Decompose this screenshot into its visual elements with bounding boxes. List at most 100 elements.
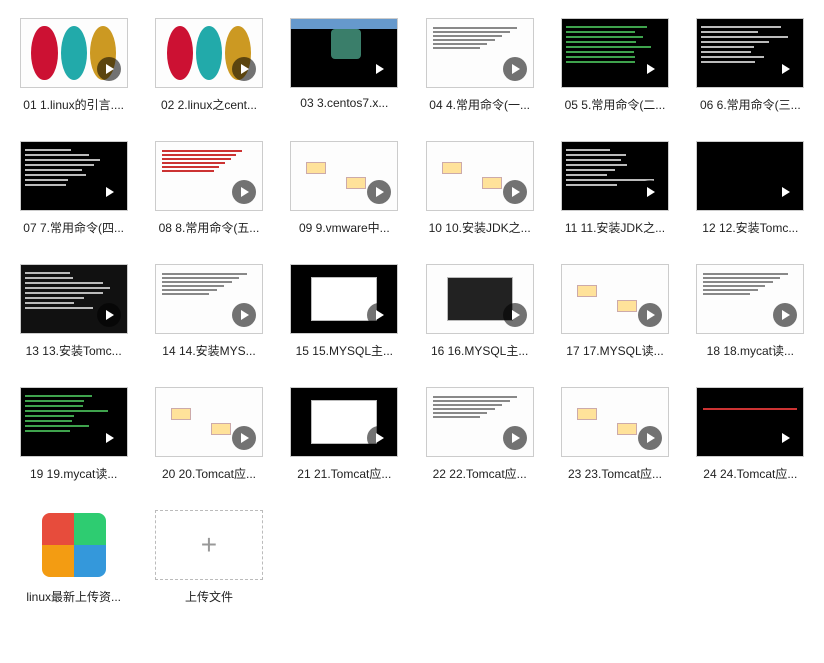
video-label: 21 21.Tomcat应... [290, 465, 398, 482]
video-thumbnail[interactable] [561, 387, 669, 457]
file-icon [42, 513, 106, 577]
play-icon [97, 303, 121, 327]
upload-tile[interactable]: + [155, 510, 263, 580]
video-thumbnail[interactable] [696, 387, 804, 457]
video-label: 24 24.Tomcat应... [696, 465, 804, 482]
video-thumbnail[interactable] [290, 141, 398, 211]
file-thumbnail[interactable] [20, 510, 128, 580]
video-label: 01 1.linux的引言.... [20, 96, 128, 113]
play-icon [773, 426, 797, 450]
video-label: 18 18.mycat读... [696, 342, 804, 359]
play-icon [773, 180, 797, 204]
video-thumbnail[interactable] [426, 264, 534, 334]
video-label: 16 16.MYSQL主... [426, 342, 534, 359]
video-item[interactable]: 21 21.Tomcat应... [289, 387, 400, 482]
video-label: 13 13.安装Tomc... [20, 342, 128, 359]
video-thumbnail[interactable] [290, 387, 398, 457]
video-item[interactable]: 18 18.mycat读... [695, 264, 806, 359]
play-icon [232, 57, 256, 81]
video-item[interactable]: 03 3.centos7.x... [289, 18, 400, 113]
video-item[interactable]: 19 19.mycat读... [18, 387, 129, 482]
video-thumbnail[interactable] [561, 141, 669, 211]
play-icon [503, 180, 527, 204]
video-item[interactable]: 17 17.MYSQL读... [559, 264, 670, 359]
video-label: 05 5.常用命令(二... [561, 96, 669, 113]
video-thumbnail[interactable] [696, 141, 804, 211]
video-thumbnail[interactable] [155, 141, 263, 211]
video-thumbnail[interactable] [696, 18, 804, 88]
video-thumbnail[interactable] [155, 18, 263, 88]
video-thumbnail[interactable] [426, 18, 534, 88]
video-label: 17 17.MYSQL读... [561, 342, 669, 359]
video-item[interactable]: 05 5.常用命令(二... [559, 18, 670, 113]
play-icon [503, 57, 527, 81]
video-label: 07 7.常用命令(四... [20, 219, 128, 236]
play-icon [97, 426, 121, 450]
video-label: 22 22.Tomcat应... [426, 465, 534, 482]
plus-icon: + [201, 529, 217, 561]
play-icon [367, 57, 391, 81]
video-label: 06 6.常用命令(三... [696, 96, 804, 113]
video-item[interactable]: 14 14.安装MYS... [153, 264, 264, 359]
video-item[interactable]: 24 24.Tomcat应... [695, 387, 806, 482]
video-item[interactable]: 22 22.Tomcat应... [424, 387, 535, 482]
play-icon [638, 426, 662, 450]
video-item[interactable]: 12 12.安装Tomc... [695, 141, 806, 236]
video-item[interactable]: 10 10.安装JDK之... [424, 141, 535, 236]
video-item[interactable]: 13 13.安装Tomc... [18, 264, 129, 359]
video-item[interactable]: 08 8.常用命令(五... [153, 141, 264, 236]
video-thumbnail[interactable] [561, 18, 669, 88]
video-thumbnail[interactable] [20, 264, 128, 334]
video-item[interactable]: 09 9.vmware中... [289, 141, 400, 236]
play-icon [367, 303, 391, 327]
video-item[interactable]: 04 4.常用命令(一... [424, 18, 535, 113]
play-icon [97, 57, 121, 81]
video-label: 11 11.安装JDK之... [561, 219, 669, 236]
play-icon [503, 303, 527, 327]
video-item[interactable]: 23 23.Tomcat应... [559, 387, 670, 482]
video-label: 14 14.安装MYS... [155, 342, 263, 359]
video-thumbnail[interactable] [20, 387, 128, 457]
play-icon [97, 180, 121, 204]
video-thumbnail[interactable] [155, 264, 263, 334]
video-label: 15 15.MYSQL主... [290, 342, 398, 359]
video-label: 20 20.Tomcat应... [155, 465, 263, 482]
video-label: 10 10.安装JDK之... [426, 219, 534, 236]
video-thumbnail[interactable] [426, 141, 534, 211]
video-thumbnail[interactable] [561, 264, 669, 334]
video-label: 09 9.vmware中... [290, 219, 398, 236]
file-label: linux最新上传资... [20, 588, 128, 605]
video-thumbnail[interactable] [20, 141, 128, 211]
video-item[interactable]: 16 16.MYSQL主... [424, 264, 535, 359]
video-label: 23 23.Tomcat应... [561, 465, 669, 482]
file-item[interactable]: linux最新上传资... [18, 510, 129, 605]
video-label: 03 3.centos7.x... [290, 96, 398, 110]
video-thumbnail[interactable] [290, 264, 398, 334]
video-thumbnail[interactable] [20, 18, 128, 88]
video-thumbnail[interactable] [426, 387, 534, 457]
video-thumbnail[interactable] [696, 264, 804, 334]
play-icon [638, 57, 662, 81]
video-item[interactable]: 11 11.安装JDK之... [559, 141, 670, 236]
video-item[interactable]: 06 6.常用命令(三... [695, 18, 806, 113]
video-item[interactable]: 15 15.MYSQL主... [289, 264, 400, 359]
play-icon [232, 303, 256, 327]
play-icon [232, 426, 256, 450]
video-label: 19 19.mycat读... [20, 465, 128, 482]
play-icon [367, 426, 391, 450]
play-icon [638, 303, 662, 327]
video-label: 08 8.常用命令(五... [155, 219, 263, 236]
video-label: 02 2.linux之cent... [155, 96, 263, 113]
video-label: 04 4.常用命令(一... [426, 96, 534, 113]
play-icon [367, 180, 391, 204]
video-item[interactable]: 01 1.linux的引言.... [18, 18, 129, 113]
video-thumbnail[interactable] [290, 18, 398, 88]
play-icon [232, 180, 256, 204]
video-item[interactable]: 02 2.linux之cent... [153, 18, 264, 113]
video-item[interactable]: 20 20.Tomcat应... [153, 387, 264, 482]
video-item[interactable]: 07 7.常用命令(四... [18, 141, 129, 236]
file-grid: 01 1.linux的引言.... 02 2.linux之cent... 03 3.… [18, 18, 806, 605]
upload-button[interactable]: +上传文件 [153, 510, 264, 605]
video-thumbnail[interactable] [155, 387, 263, 457]
play-icon [638, 180, 662, 204]
